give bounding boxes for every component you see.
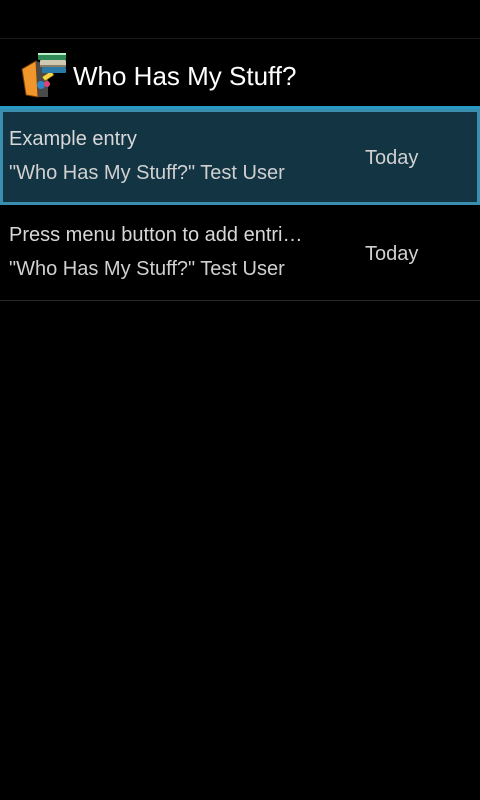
item-subtitle: "Who Has My Stuff?" Test User xyxy=(9,162,285,184)
item-date: Today xyxy=(365,147,419,169)
item-title: Press menu button to add entri… xyxy=(9,224,303,246)
list-item[interactable]: Example entry "Who Has My Stuff?" Test U… xyxy=(0,109,480,205)
item-date: Today xyxy=(365,243,419,265)
app-title: Who Has My Stuff? xyxy=(73,61,297,91)
action-bar: Who Has My Stuff? xyxy=(0,38,480,108)
entries-list: Example entry "Who Has My Stuff?" Test U… xyxy=(0,109,480,301)
item-subtitle: "Who Has My Stuff?" Test User xyxy=(9,258,285,280)
books-app-icon[interactable] xyxy=(18,51,68,99)
list-item[interactable]: Press menu button to add entri… "Who Has… xyxy=(0,205,480,301)
item-title: Example entry xyxy=(9,128,137,150)
status-bar xyxy=(0,0,480,38)
